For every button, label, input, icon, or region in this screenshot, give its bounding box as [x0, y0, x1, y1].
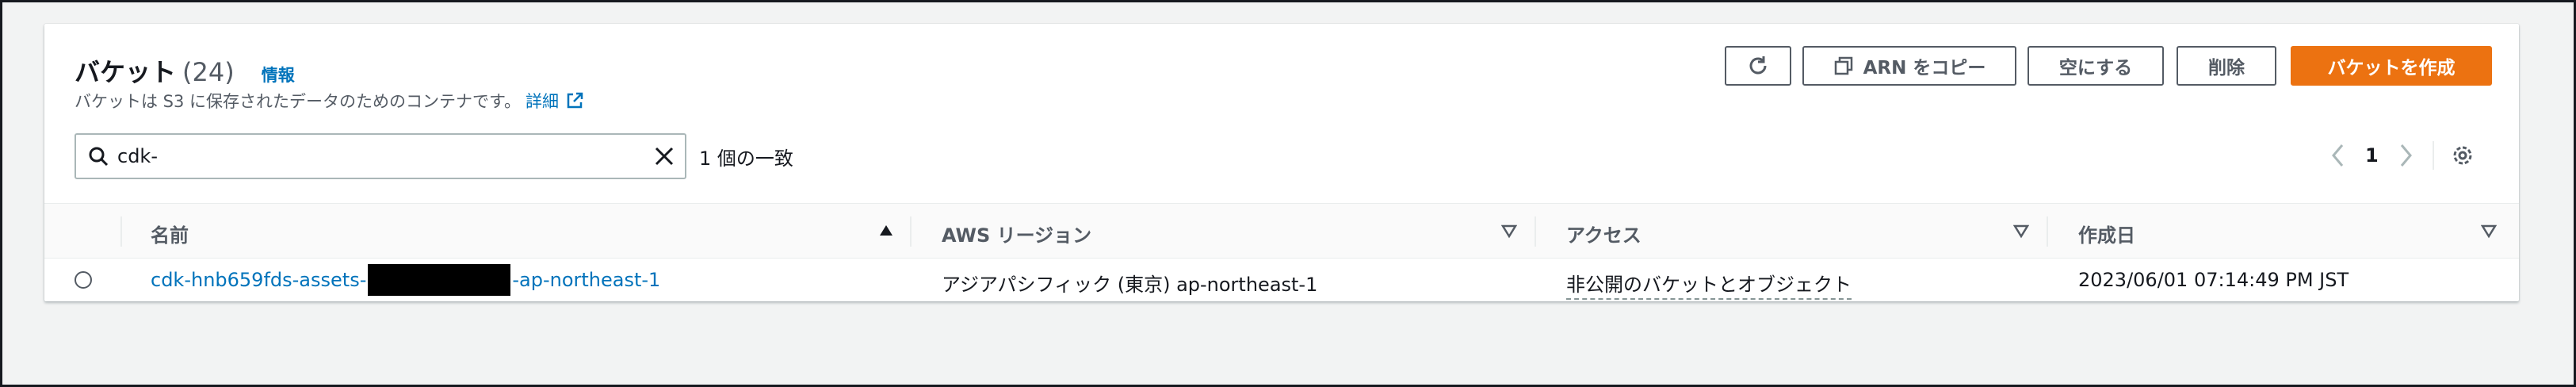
page-title: バケット	[75, 57, 177, 87]
panel-description: バケットは S3 に保存されたデータのためのコンテナです。 詳細	[75, 89, 584, 113]
column-header-name[interactable]: 名前	[151, 220, 189, 247]
bucket-access[interactable]: 非公開のバケットとオブジェクト	[1566, 269, 1852, 300]
settings-gear-icon[interactable]	[2450, 143, 2475, 168]
pager-divider	[2432, 141, 2434, 170]
sort-unsorted-icon[interactable]	[1501, 223, 1517, 239]
column-separator	[1535, 216, 1536, 247]
copy-icon	[1833, 56, 1854, 76]
buckets-panel: バケット (24) 情報 バケットは S3 に保存されたデータのためのコンテナで…	[44, 24, 2519, 301]
column-separator	[2047, 216, 2048, 247]
sort-ascending-icon[interactable]	[878, 223, 894, 239]
sort-unsorted-icon[interactable]	[2013, 223, 2029, 239]
column-header-created[interactable]: 作成日	[2078, 220, 2135, 247]
create-bucket-label: バケットを作成	[2327, 58, 2456, 79]
refresh-button[interactable]	[1725, 46, 1791, 86]
search-value[interactable]: cdk-	[117, 145, 653, 167]
bucket-search-input[interactable]: cdk-	[75, 133, 686, 179]
bucket-count: (24)	[182, 57, 235, 87]
bucket-name-suffix: -ap-northeast-1	[512, 269, 661, 291]
match-count: 1 個の一致	[699, 148, 793, 170]
details-link[interactable]: 詳細	[526, 89, 559, 113]
search-icon	[87, 145, 109, 167]
redacted-block	[368, 264, 511, 296]
current-page[interactable]: 1	[2365, 144, 2379, 167]
bucket-name-prefix: cdk-hnb659fds-assets-	[151, 269, 367, 291]
column-header-access[interactable]: アクセス	[1566, 220, 1642, 247]
clear-icon[interactable]	[653, 145, 675, 167]
bucket-name-link[interactable]: cdk-hnb659fds-assets- -ap-northeast-1	[151, 264, 660, 296]
create-bucket-button[interactable]: バケットを作成	[2291, 46, 2492, 86]
row-select-radio[interactable]	[75, 271, 92, 289]
chevron-right-icon[interactable]	[2394, 142, 2417, 169]
delete-button[interactable]: 削除	[2177, 46, 2276, 86]
table-row[interactable]: cdk-hnb659fds-assets- -ap-northeast-1 アジ…	[44, 259, 2519, 301]
external-link-icon[interactable]	[565, 91, 584, 110]
copy-arn-label: ARN をコピー	[1863, 58, 1986, 79]
info-link[interactable]: 情報	[262, 63, 295, 86]
table-header: 名前 AWS リージョン アクセス 作成日	[44, 203, 2519, 259]
empty-button[interactable]: 空にする	[2028, 46, 2164, 86]
panel-header: バケット (24) 情報	[75, 52, 295, 89]
bucket-created-date: 2023/06/01 07:14:49 PM JST	[2078, 269, 2349, 291]
delete-label: 削除	[2208, 58, 2245, 79]
description-text: バケットは S3 に保存されたデータのためのコンテナです。	[75, 92, 521, 111]
bucket-region: アジアパシフィック (東京) ap-northeast-1	[942, 274, 1318, 296]
copy-arn-button[interactable]: ARN をコピー	[1802, 46, 2016, 86]
column-header-region[interactable]: AWS リージョン	[942, 220, 1091, 247]
refresh-icon	[1746, 54, 1770, 78]
sort-unsorted-icon[interactable]	[2481, 223, 2497, 239]
pagination: 1	[2327, 141, 2475, 170]
column-separator	[910, 216, 912, 247]
column-separator	[120, 216, 122, 247]
empty-label: 空にする	[2058, 58, 2133, 79]
chevron-left-icon[interactable]	[2327, 142, 2349, 169]
